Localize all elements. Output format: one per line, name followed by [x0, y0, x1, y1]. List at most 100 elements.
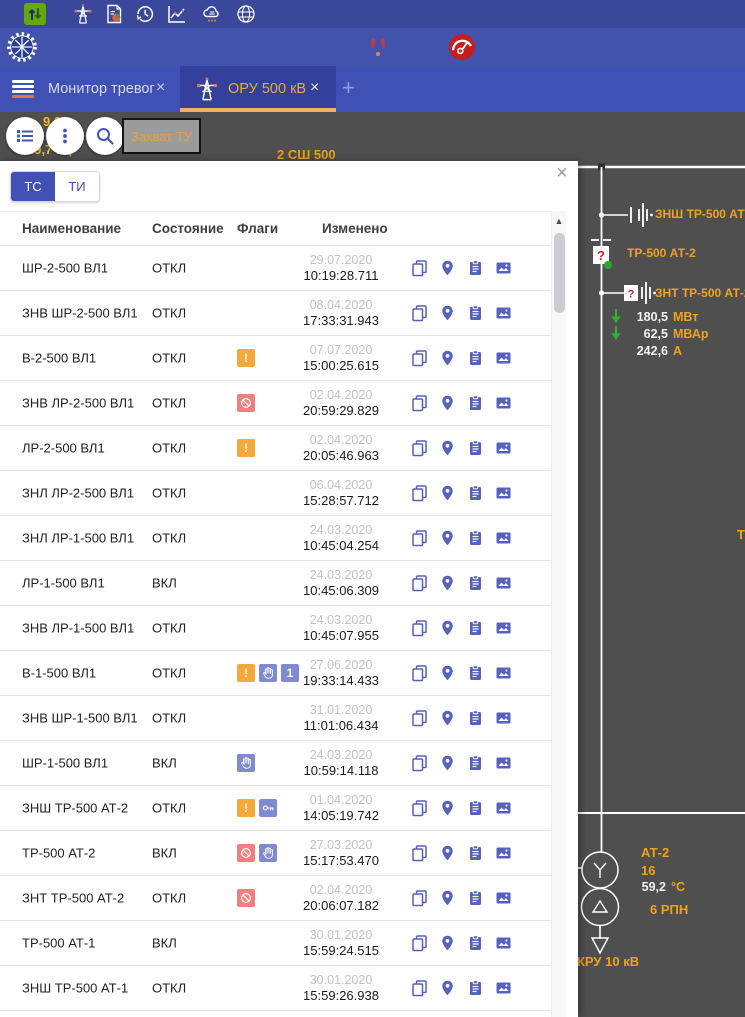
copy-icon[interactable]	[411, 890, 428, 907]
image-icon[interactable]	[495, 620, 512, 637]
image-icon[interactable]	[495, 800, 512, 817]
table-row[interactable]: ЗНВ ШР-2-500 ВЛ1 ОТКЛ 08.04.2020 17:33:3…	[0, 291, 551, 336]
location-pin-icon[interactable]	[439, 935, 456, 952]
globe-icon[interactable]	[235, 3, 257, 25]
table-row[interactable]: ЗНЛ ЛР-2-500 ВЛ1 ОТКЛ 06.04.2020 15:28:5…	[0, 471, 551, 516]
table-row[interactable]: В-1-500 ВЛ1 ОТКЛ ! 1 27.06.2020 19:33:14.…	[0, 651, 551, 696]
location-pin-icon[interactable]	[439, 800, 456, 817]
location-pin-icon[interactable]	[439, 665, 456, 682]
report-icon[interactable]	[103, 3, 125, 25]
table-row[interactable]: ЗНШ ТР-500 АТ-2 ОТКЛ ! 01.04.2020 14:05:…	[0, 786, 551, 831]
clipboard-icon[interactable]	[467, 260, 484, 277]
close-icon[interactable]: ×	[556, 162, 568, 185]
chart-icon[interactable]	[166, 3, 188, 25]
clipboard-icon[interactable]	[467, 710, 484, 727]
location-pin-icon[interactable]	[439, 305, 456, 322]
clipboard-icon[interactable]	[467, 755, 484, 772]
tab-oru-500[interactable]: ОРУ 500 кВ ×	[180, 66, 336, 112]
close-icon[interactable]: ×	[310, 79, 319, 97]
clipboard-icon[interactable]	[467, 665, 484, 682]
clipboard-icon[interactable]	[467, 305, 484, 322]
image-icon[interactable]	[495, 485, 512, 502]
clipboard-icon[interactable]	[467, 350, 484, 367]
clipboard-icon[interactable]	[467, 980, 484, 997]
image-icon[interactable]	[495, 530, 512, 547]
table-row[interactable]: ТР-500 АТ-1 ВКЛ 30.01.2020 15:59:24.515	[0, 921, 551, 966]
copy-icon[interactable]	[411, 620, 428, 637]
table-row[interactable]: ЗНТ ТР-500 АТ-2 ОТКЛ 02.04.2020 20:06:07…	[0, 876, 551, 921]
table-row[interactable]: ЗНВ ЛР-1-500 ВЛ1 ОТКЛ 24.03.2020 10:45:0…	[0, 606, 551, 651]
image-icon[interactable]	[495, 440, 512, 457]
image-icon[interactable]	[495, 980, 512, 997]
location-pin-icon[interactable]	[439, 980, 456, 997]
image-icon[interactable]	[495, 845, 512, 862]
table-row[interactable]: ЗНШ ТР-500 АТ-1 ОТКЛ 30.01.2020 15:59:26…	[0, 966, 551, 1011]
clipboard-icon[interactable]	[467, 800, 484, 817]
pylon-icon[interactable]	[72, 3, 94, 25]
location-pin-icon[interactable]	[439, 485, 456, 502]
history-icon[interactable]	[134, 3, 156, 25]
earthing-switch-symbol[interactable]	[630, 203, 648, 227]
clipboard-icon[interactable]	[467, 440, 484, 457]
image-icon[interactable]	[495, 935, 512, 952]
location-pin-icon[interactable]	[439, 530, 456, 547]
add-tab-button[interactable]: +	[342, 75, 355, 101]
copy-icon[interactable]	[411, 800, 428, 817]
table-row[interactable]: ЗНЛ ЛР-1-500 ВЛ1 ОТКЛ 24.03.2020 10:45:0…	[0, 516, 551, 561]
cloud-transfer-icon[interactable]	[201, 3, 223, 25]
scrollbar-thumb[interactable]	[554, 233, 565, 313]
tab-label[interactable]: Монитор тревог	[48, 81, 155, 97]
more-options-button[interactable]	[46, 117, 84, 155]
table-row[interactable]: ШР-1-500 ВЛ1 ВКЛ 24.03.2020 10:59:14.118	[0, 741, 551, 786]
copy-icon[interactable]	[411, 980, 428, 997]
table-row[interactable]: В-2-500 ВЛ1 ОТКЛ ! 07.07.2020 15:00:25.6…	[0, 336, 551, 381]
close-icon[interactable]: ×	[156, 79, 165, 97]
image-icon[interactable]	[495, 755, 512, 772]
table-row[interactable]: ТР-500 АТ-2 ВКЛ 27.03.2020 15:17:53.470	[0, 831, 551, 876]
table-row[interactable]: ЛР-1-500 ВЛ1 ВКЛ 24.03.2020 10:45:06.309	[0, 561, 551, 606]
scroll-up-arrow[interactable]: ▲	[552, 213, 566, 229]
list-view-button[interactable]	[6, 117, 44, 155]
capture-tu-button[interactable]: Захват ТУ	[122, 118, 201, 154]
transfer-icon[interactable]	[24, 3, 46, 25]
clipboard-icon[interactable]	[467, 890, 484, 907]
copy-icon[interactable]	[411, 485, 428, 502]
clipboard-icon[interactable]	[467, 845, 484, 862]
clipboard-icon[interactable]	[467, 485, 484, 502]
location-pin-icon[interactable]	[439, 710, 456, 727]
location-pin-icon[interactable]	[439, 395, 456, 412]
copy-icon[interactable]	[411, 935, 428, 952]
copy-icon[interactable]	[411, 575, 428, 592]
clipboard-icon[interactable]	[467, 575, 484, 592]
copy-icon[interactable]	[411, 665, 428, 682]
search-button[interactable]	[86, 117, 124, 155]
vertical-scrollbar[interactable]: ▲	[551, 211, 566, 1017]
location-pin-icon[interactable]	[439, 440, 456, 457]
clipboard-icon[interactable]	[467, 620, 484, 637]
location-pin-icon[interactable]	[439, 260, 456, 277]
transformer-secondary-winding[interactable]	[580, 887, 620, 927]
location-pin-icon[interactable]	[439, 575, 456, 592]
alarm-icon[interactable]	[364, 33, 392, 61]
table-row[interactable]: ШР-2-500 ВЛ1 ОТКЛ 29.07.2020 10:19:28.71…	[0, 246, 551, 291]
copy-icon[interactable]	[411, 395, 428, 412]
table-row[interactable]: ЛР-2-500 ВЛ1 ОТКЛ ! 02.04.2020 20:05:46.…	[0, 426, 551, 471]
copy-icon[interactable]	[411, 440, 428, 457]
location-pin-icon[interactable]	[439, 350, 456, 367]
copy-icon[interactable]	[411, 260, 428, 277]
image-icon[interactable]	[495, 710, 512, 727]
copy-icon[interactable]	[411, 710, 428, 727]
clipboard-icon[interactable]	[467, 530, 484, 547]
image-icon[interactable]	[495, 350, 512, 367]
image-icon[interactable]	[495, 260, 512, 277]
location-pin-icon[interactable]	[439, 755, 456, 772]
location-pin-icon[interactable]	[439, 620, 456, 637]
location-pin-icon[interactable]	[439, 890, 456, 907]
copy-icon[interactable]	[411, 530, 428, 547]
image-icon[interactable]	[495, 665, 512, 682]
clipboard-icon[interactable]	[467, 395, 484, 412]
tab-ti[interactable]: ТИ	[55, 172, 99, 201]
copy-icon[interactable]	[411, 845, 428, 862]
table-row[interactable]: ЗНВ ЛР-2-500 ВЛ1 ОТКЛ 02.04.2020 20:59:2…	[0, 381, 551, 426]
menu-icon[interactable]	[12, 80, 34, 98]
